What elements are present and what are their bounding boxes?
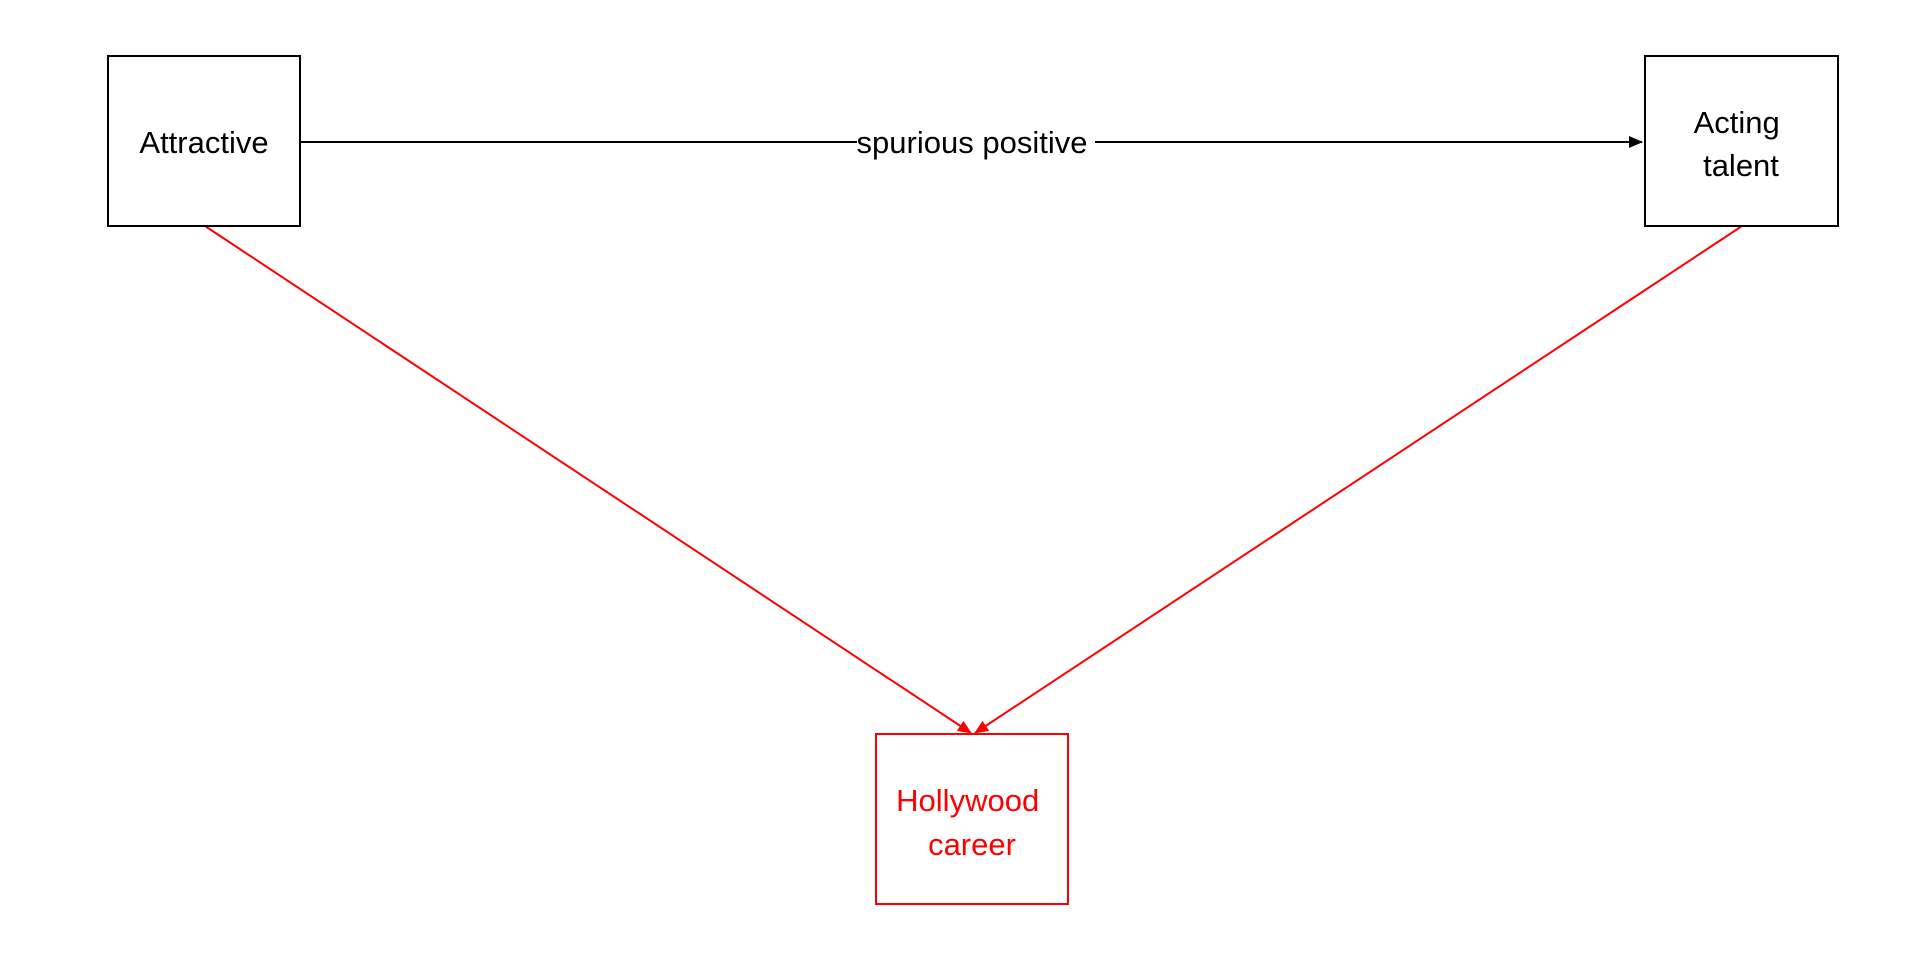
node-hollywood-career-box <box>875 733 1069 905</box>
node-hollywood-career-label-line-1: Hollywood <box>896 783 1039 818</box>
node-hollywood-career-label-line-2: career <box>928 827 1016 862</box>
edge-label-spurious-positive: spurious positive <box>857 125 1088 160</box>
causal-diagram: spurious positive Attractive Acting tale… <box>107 55 1839 905</box>
node-attractive-label-line-1: Attractive <box>139 125 268 160</box>
node-acting-talent-box <box>1644 55 1839 227</box>
node-attractive: Attractive <box>107 55 301 227</box>
node-attractive-label: Attractive <box>139 125 268 160</box>
node-hollywood-career: Hollywood career <box>875 733 1069 905</box>
edge-attractive-to-acting-talent: spurious positive <box>300 125 1643 160</box>
node-acting-talent-label-line-1: Acting <box>1694 105 1780 140</box>
edge-acting-talent-to-hollywood-career <box>974 225 1743 734</box>
node-acting-talent-label-line-2: talent <box>1703 148 1779 183</box>
edge-attractive-to-hollywood-career <box>204 225 972 734</box>
node-acting-talent: Acting talent <box>1644 55 1839 227</box>
